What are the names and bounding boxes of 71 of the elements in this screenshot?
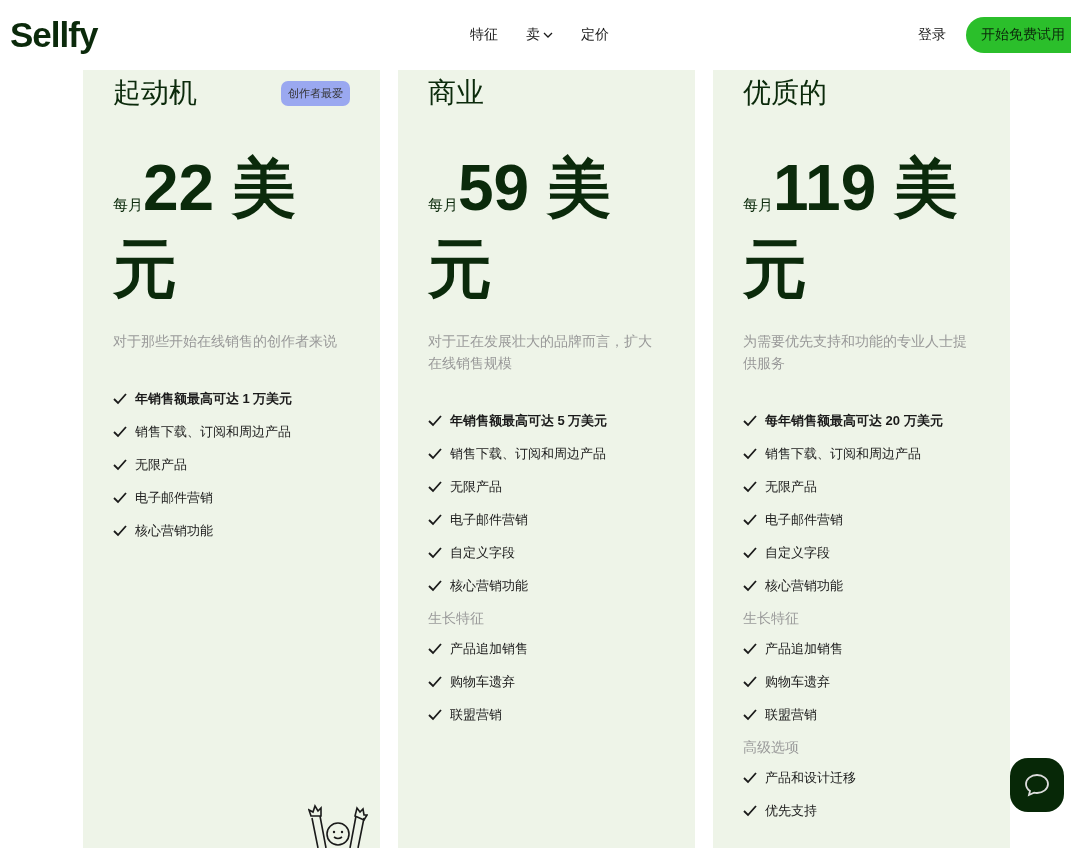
check-icon [743,804,757,817]
feature-text: 购物车遗弃 [765,672,830,691]
check-icon [428,546,442,559]
check-icon [428,642,442,655]
logo[interactable]: Sellfy [10,15,430,55]
feature-text: 优先支持 [765,801,817,820]
plan-price: 每月 119 美元 [743,156,960,307]
plan-name: 优质的 [743,76,827,110]
check-icon [743,480,757,493]
chat-button[interactable] [1010,758,1064,812]
feature-text: 无限产品 [450,477,502,496]
check-icon [428,414,442,427]
chat-bubble-icon [1024,773,1050,797]
feature-text: 销售下载、订阅和周边产品 [135,422,291,441]
feature-text: 电子邮件营销 [765,510,843,529]
feature-text: 购物车遗弃 [450,672,515,691]
plan-name: 起动机 [113,76,197,110]
plan-price: 每月 22 美元 [113,156,297,307]
check-icon [113,524,127,537]
plan-description: 对于那些开始在线销售的创作者来说 [113,332,338,351]
feature-text: 每年销售额最高可达 20 万美元 [765,411,943,430]
nav-link[interactable]: 卖 [526,26,553,44]
plan-description: 对于正在发展壮大的品牌而言，扩大在线销售规模 [428,332,653,373]
feature-text: 电子邮件营销 [135,488,213,507]
section-heading: 高级选项 [743,739,800,757]
start-trial-button[interactable]: 开始免费试用 [966,17,1071,53]
feature-text: 无限产品 [135,455,187,474]
check-icon [113,491,127,504]
check-icon [428,708,442,721]
feature-text: 年销售额最高可达 1 万美元 [135,389,293,408]
plan-description: 为需要优先支持和功能的专业人士提供服务 [743,332,968,373]
check-icon [428,480,442,493]
plan-name: 商业 [428,76,484,110]
check-icon [743,708,757,721]
check-icon [428,447,442,460]
feature-text: 年销售额最高可达 5 万美元 [450,411,608,430]
feature-text: 自定义字段 [765,543,830,562]
feature-text: 产品追加销售 [450,639,528,658]
feature-text: 产品追加销售 [765,639,843,658]
feature-text: 自定义字段 [450,543,515,562]
check-icon [428,579,442,592]
feature-text: 联盟营销 [450,705,502,724]
check-icon [428,513,442,526]
feature-text: 核心营销功能 [450,576,528,595]
check-icon [113,425,127,438]
feature-text: 电子邮件营销 [450,510,528,529]
check-icon [743,546,757,559]
feature-text: 无限产品 [765,477,817,496]
check-icon [743,642,757,655]
section-heading: 生长特征 [428,610,485,628]
nav-link[interactable]: 特征 [470,26,498,44]
check-icon [113,392,127,405]
check-icon [743,579,757,592]
section-heading: 生长特征 [743,610,800,628]
login-link[interactable]: 登录 [918,26,946,44]
nav-link[interactable]: 定价 [581,26,609,44]
check-icon [428,675,442,688]
check-icon [743,414,757,427]
feature-text: 产品和设计迁移 [765,768,856,787]
feature-text: 核心营销功能 [765,576,843,595]
plan-price: 每月 59 美元 [428,156,612,307]
check-icon [113,458,127,471]
feature-text: 销售下载、订阅和周边产品 [450,444,606,463]
check-icon [743,675,757,688]
feature-text: 联盟营销 [765,705,817,724]
check-icon [743,513,757,526]
feature-text: 销售下载、订阅和周边产品 [765,444,921,463]
check-icon [743,447,757,460]
feature-text: 核心营销功能 [135,521,213,540]
check-icon [743,771,757,784]
plan-badge: 创作者最爱 [281,80,350,106]
